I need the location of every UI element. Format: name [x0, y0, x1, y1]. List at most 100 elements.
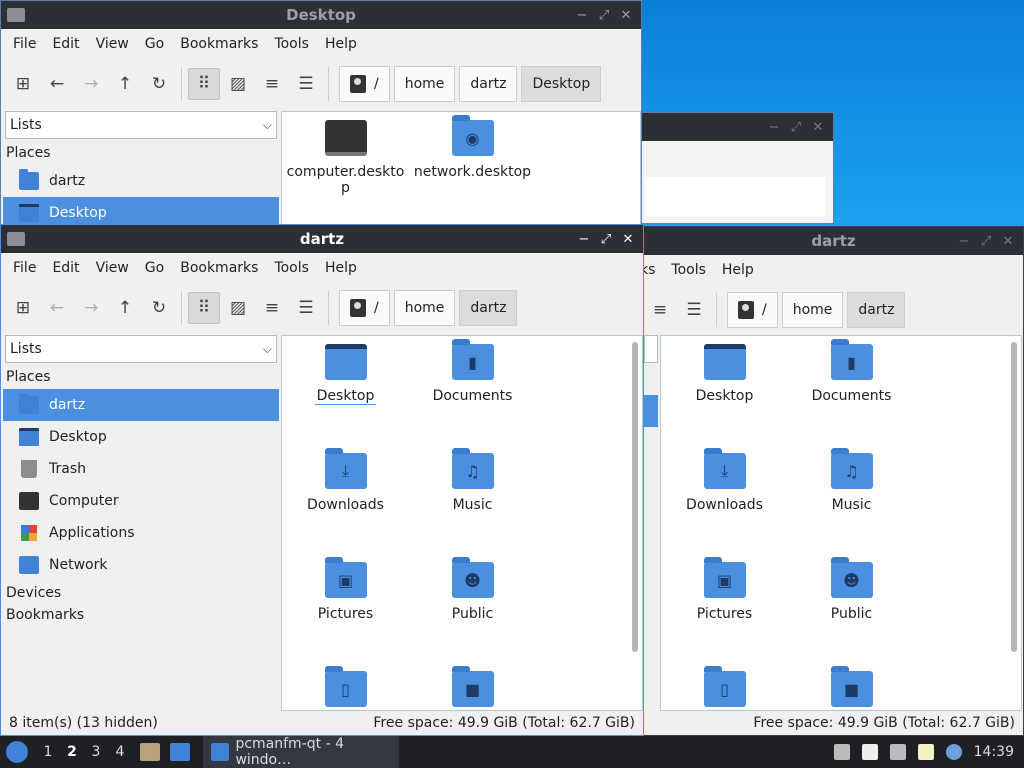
- minimize-icon[interactable]: −: [955, 234, 973, 249]
- crumb-root[interactable]: /: [339, 66, 390, 102]
- detail-list-icon[interactable]: ☰: [290, 68, 322, 100]
- menu-go[interactable]: Go: [137, 260, 172, 276]
- network-status-icon[interactable]: [889, 744, 906, 760]
- place-desktop[interactable]: Desktop: [3, 197, 279, 225]
- menu-file[interactable]: File: [5, 36, 44, 52]
- close-icon[interactable]: ✕: [999, 234, 1017, 249]
- dartz-window[interactable]: dartz − ⤢ ✕ File Edit View Go Bookmarks …: [0, 224, 644, 736]
- menu-help[interactable]: Help: [714, 262, 762, 278]
- file-item[interactable]: computer.deskto p: [282, 112, 409, 221]
- compact-view-icon[interactable]: ≡: [256, 68, 288, 100]
- back-arrow-icon[interactable]: ←: [41, 292, 73, 324]
- menu-tools[interactable]: Tools: [266, 36, 317, 52]
- forward-arrow-icon[interactable]: →: [75, 68, 107, 100]
- background-window[interactable]: − ⤢ ✕: [640, 112, 834, 224]
- side-pane-mode-select[interactable]: [644, 335, 658, 363]
- crumb-dartz[interactable]: dartz: [459, 290, 518, 326]
- file-item[interactable]: ▯: [661, 663, 788, 710]
- file-view[interactable]: Desktop ▮ Documents ⤓ Downloads ♫ Music ▣ Pi…: [660, 335, 1022, 711]
- devices-header[interactable]: Devices: [3, 581, 279, 605]
- crumb-dartz[interactable]: dartz: [459, 66, 518, 102]
- places-header[interactable]: Places: [3, 139, 279, 165]
- eject-icon[interactable]: [833, 744, 850, 760]
- compact-view-icon[interactable]: ≡: [256, 292, 288, 324]
- places-header[interactable]: Places: [3, 363, 279, 389]
- task-button-pcmanfm[interactable]: pcmanfm-qt - 4 windo…: [203, 736, 399, 768]
- place-network[interactable]: Network: [3, 549, 279, 581]
- close-icon[interactable]: ✕: [809, 120, 827, 135]
- side-pane-mode-select[interactable]: Lists ⌵: [5, 335, 277, 363]
- file-item[interactable]: ☻ Public: [409, 554, 536, 663]
- file-item[interactable]: ▣ Pictures: [282, 554, 409, 663]
- workspace-3[interactable]: 3: [84, 744, 108, 760]
- crumb-home[interactable]: home: [393, 66, 456, 102]
- file-view[interactable]: computer.deskto p ◉ network.desktop: [281, 111, 641, 225]
- right-window-titlebar[interactable]: dartz − ⤢ ✕: [644, 227, 1023, 255]
- menu-bookmarks[interactable]: Bookmarks: [172, 36, 266, 52]
- workspace-1[interactable]: 1: [36, 744, 60, 760]
- new-tab-icon[interactable]: ⊞: [7, 68, 39, 100]
- maximize-icon[interactable]: ⤢: [787, 120, 805, 135]
- compact-view-icon[interactable]: ≡: [644, 294, 676, 326]
- place-applications[interactable]: Applications: [3, 517, 279, 549]
- file-manager-launcher-icon[interactable]: [140, 743, 160, 761]
- desktop-window-titlebar[interactable]: Desktop − ⤢ ✕: [1, 1, 641, 29]
- desktop-window[interactable]: Desktop − ⤢ ✕ File Edit View Go Bookmark…: [0, 0, 642, 226]
- icon-view-icon[interactable]: ⠿: [188, 292, 220, 324]
- place-dartz[interactable]: dartz: [3, 389, 279, 421]
- show-desktop-icon[interactable]: [170, 743, 190, 761]
- forward-arrow-icon[interactable]: →: [75, 292, 107, 324]
- maximize-icon[interactable]: ⤢: [597, 232, 615, 247]
- icon-view-icon[interactable]: ⠿: [188, 68, 220, 100]
- file-item[interactable]: ▮ Documents: [409, 336, 536, 445]
- place-trash[interactable]: Trash: [3, 453, 279, 485]
- close-icon[interactable]: ✕: [617, 8, 635, 23]
- file-item[interactable]: ■: [409, 663, 536, 710]
- up-arrow-icon[interactable]: ↑: [109, 292, 141, 324]
- clipboard-icon[interactable]: [917, 744, 934, 760]
- menu-tools[interactable]: Tools: [266, 260, 317, 276]
- background-window-titlebar[interactable]: − ⤢ ✕: [641, 113, 833, 141]
- file-item[interactable]: ♫ Music: [409, 445, 536, 554]
- maximize-icon[interactable]: ⤢: [595, 8, 613, 23]
- file-item[interactable]: ⤓ Downloads: [661, 445, 788, 554]
- file-item[interactable]: ⤓ Downloads: [282, 445, 409, 554]
- detail-list-icon[interactable]: ☰: [678, 294, 710, 326]
- menu-help[interactable]: Help: [317, 260, 365, 276]
- crumb-desktop[interactable]: Desktop: [521, 66, 602, 102]
- menu-help[interactable]: Help: [317, 36, 365, 52]
- right-window[interactable]: dartz − ⤢ ✕ ks Tools Help ≡ ☰ / home dar…: [643, 226, 1024, 736]
- crumb-root[interactable]: /: [727, 292, 778, 328]
- file-item[interactable]: ☻ Public: [788, 554, 915, 663]
- menu-view[interactable]: View: [88, 36, 137, 52]
- menu-tools[interactable]: Tools: [663, 262, 714, 278]
- minimize-icon[interactable]: −: [573, 8, 591, 23]
- crumb-home[interactable]: home: [393, 290, 456, 326]
- file-item[interactable]: ♫ Music: [788, 445, 915, 554]
- minimize-icon[interactable]: −: [575, 232, 593, 247]
- file-item[interactable]: ▣ Pictures: [661, 554, 788, 663]
- menu-go[interactable]: Go: [137, 36, 172, 52]
- menu-edit[interactable]: Edit: [44, 36, 87, 52]
- close-icon[interactable]: ✕: [619, 232, 637, 247]
- place-dartz[interactable]: dartz: [3, 165, 279, 197]
- reload-icon[interactable]: ↻: [143, 292, 175, 324]
- menu-view[interactable]: View: [88, 260, 137, 276]
- new-tab-icon[interactable]: ⊞: [7, 292, 39, 324]
- workspace-4[interactable]: 4: [108, 744, 132, 760]
- minimize-icon[interactable]: −: [765, 120, 783, 135]
- dartz-window-titlebar[interactable]: dartz − ⤢ ✕: [1, 225, 643, 253]
- thumbnail-view-icon[interactable]: ▨: [222, 68, 254, 100]
- reload-icon[interactable]: ↻: [143, 68, 175, 100]
- file-item[interactable]: Desktop: [282, 336, 409, 445]
- menu-bookmarks[interactable]: ks: [644, 262, 663, 278]
- update-notifier-icon[interactable]: [945, 744, 962, 760]
- back-arrow-icon[interactable]: ←: [41, 68, 73, 100]
- crumb-dartz[interactable]: dartz: [847, 292, 906, 328]
- menu-bookmarks[interactable]: Bookmarks: [172, 260, 266, 276]
- file-item[interactable]: ▯: [282, 663, 409, 710]
- file-item[interactable]: ◉ network.desktop: [409, 112, 536, 221]
- place-computer[interactable]: Computer: [3, 485, 279, 517]
- file-item[interactable]: Desktop: [661, 336, 788, 445]
- crumb-root[interactable]: /: [339, 290, 390, 326]
